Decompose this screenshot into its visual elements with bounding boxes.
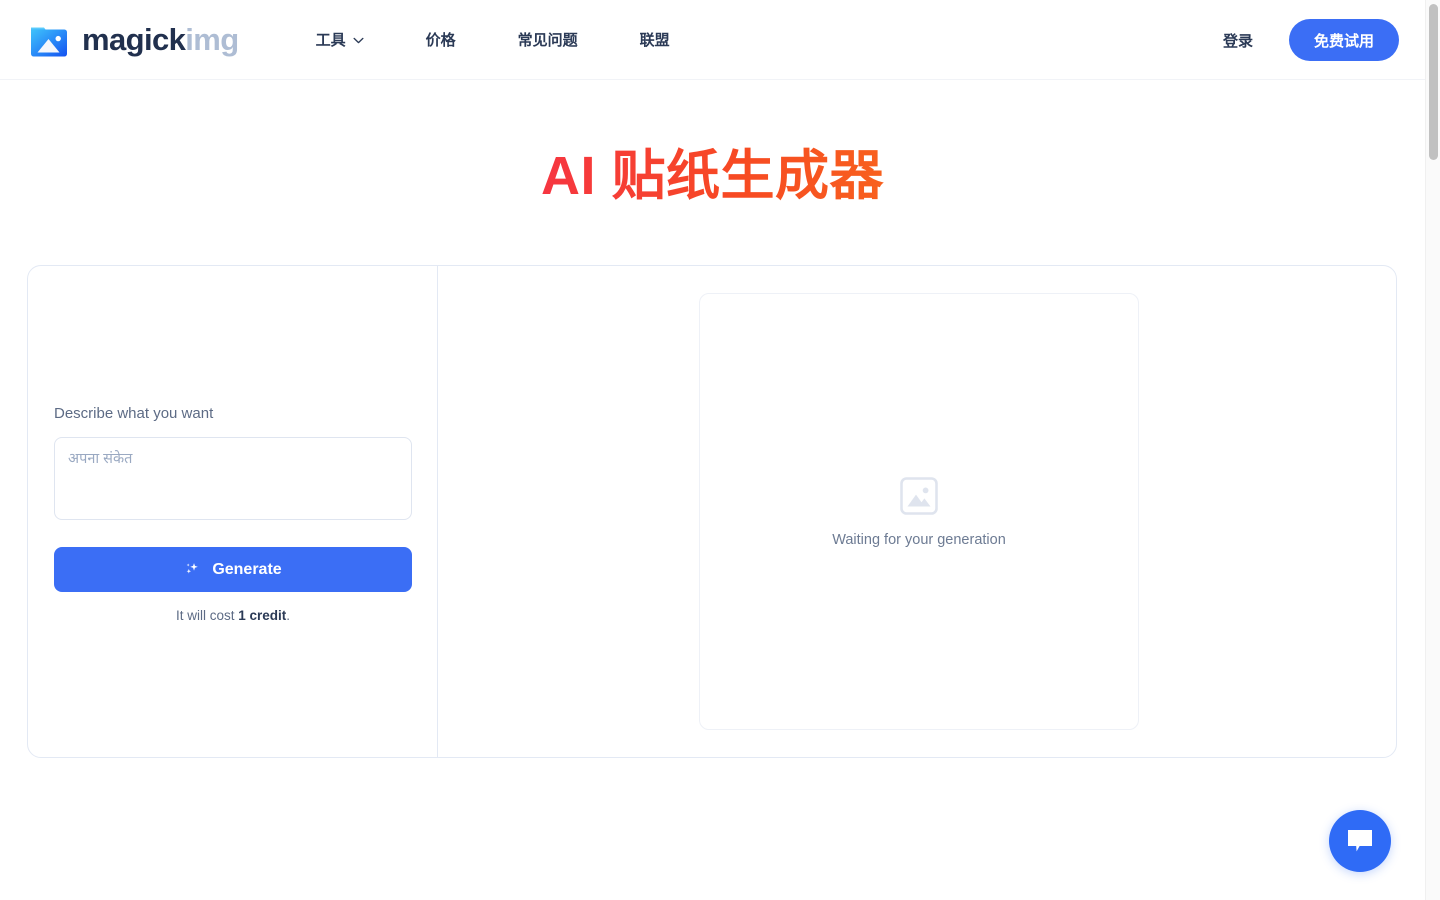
prompt-input[interactable] [54,437,412,520]
prompt-form: Describe what you want Generate It will … [54,405,412,623]
nav-item-faq[interactable]: 常见问题 [518,21,578,58]
image-placeholder-icon [900,476,938,515]
nav-item-tools-label: 工具 [315,32,346,49]
image-folder-logo-icon [31,27,67,56]
prompt-field-label: Describe what you want [54,405,214,422]
page-title: AI 贴纸生成器 [0,145,1425,207]
site-header: magickimg 工具 价格 常见问题 联盟 登录 免费试用 [0,0,1425,80]
prompt-panel: Describe what you want Generate It will … [28,266,438,757]
cost-amount: 1 credit [238,608,287,623]
page-scrollbar-thumb[interactable] [1429,4,1438,160]
generate-button-label: Generate [212,560,282,578]
brand-text: magickimg [82,24,239,55]
free-trial-button[interactable]: 免费试用 [1288,19,1399,61]
cost-suffix: . [286,608,291,623]
generation-preview-box: Waiting for your generation [699,293,1139,730]
nav-item-tools[interactable]: 工具 [316,21,364,58]
nav-item-pricing-label: 价格 [425,32,456,49]
sparkles-icon [186,563,199,574]
cost-prefix: It will cost [175,608,239,623]
chat-bubble-icon [1348,830,1372,852]
result-panel: Waiting for your generation [438,266,1396,757]
brand-logo[interactable]: magickimg [27,18,239,62]
main-navigation: 工具 价格 常见问题 联盟 [316,21,670,58]
credit-cost-note: It will cost 1 credit. [54,608,412,623]
generation-status-text: Waiting for your generation [832,531,1006,548]
nav-item-affiliate[interactable]: 联盟 [640,21,670,58]
chevron-down-icon [353,37,364,44]
brand-name-secondary: img [185,22,239,57]
brand-name-primary: magick [82,22,186,57]
chat-widget-button[interactable] [1329,810,1391,872]
login-link[interactable]: 登录 [1223,30,1253,51]
generate-button[interactable]: Generate [54,547,412,592]
header-actions: 登录 免费试用 [1223,0,1399,80]
nav-item-pricing[interactable]: 价格 [426,21,456,58]
nav-item-affiliate-label: 联盟 [639,32,670,49]
page-scrollbar-track[interactable] [1425,0,1440,900]
generator-workspace: Describe what you want Generate It will … [27,265,1397,758]
nav-item-faq-label: 常见问题 [517,32,578,49]
